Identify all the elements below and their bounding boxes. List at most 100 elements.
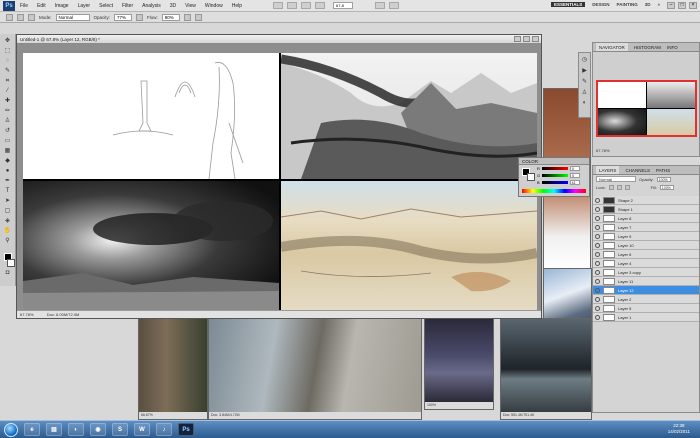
eyedropper-tool-icon[interactable]: ⁄ — [3, 87, 13, 95]
visibility-eye-icon[interactable] — [595, 278, 600, 284]
hand-icon[interactable] — [301, 2, 312, 9]
airbrush-icon[interactable] — [183, 13, 191, 21]
clone-stamp-tool-icon[interactable]: ♙ — [3, 117, 13, 125]
background-document-rocks[interactable]: Doc: 551.4K/751.4K — [500, 318, 592, 420]
lock-position-icon[interactable] — [624, 184, 630, 190]
menu-view[interactable]: View — [185, 3, 196, 9]
menu-help[interactable]: Help — [232, 3, 242, 9]
tab-layers[interactable]: LAYERS — [596, 166, 620, 174]
background-document-night[interactable]: 100% — [424, 318, 494, 410]
visibility-eye-icon[interactable] — [595, 260, 600, 266]
visibility-eye-icon[interactable] — [595, 197, 600, 203]
quick-mask-icon[interactable]: ◘ — [3, 269, 13, 277]
brush-panel-icon[interactable] — [28, 13, 35, 21]
opacity-field[interactable]: 77% — [114, 13, 133, 21]
workspace-design[interactable]: DESIGN — [592, 2, 609, 7]
doc-close-icon[interactable] — [532, 36, 539, 42]
workspace-more[interactable]: » — [657, 2, 660, 7]
lock-pixels-icon[interactable] — [616, 184, 622, 190]
lock-transparency-icon[interactable] — [608, 184, 614, 190]
visibility-eye-icon[interactable] — [595, 242, 600, 248]
zoom-tool-icon[interactable]: ⚲ — [3, 237, 13, 245]
background-document-pillar[interactable]: 66.67% — [138, 318, 208, 420]
taskbar-skype-icon[interactable]: S — [112, 423, 128, 436]
menu-layer[interactable]: Layer — [78, 3, 91, 9]
color-panel-title[interactable]: COLOR — [522, 158, 538, 164]
pen-tool-icon[interactable]: ✒ — [3, 177, 13, 185]
channel-r-value[interactable]: 0 — [569, 166, 580, 171]
layer-opacity-field[interactable]: 100% — [656, 176, 671, 182]
workspace-essentials[interactable]: ESSENTIALS — [551, 2, 586, 7]
taskbar-explorer-icon[interactable]: ▤ — [46, 423, 62, 436]
layer-row[interactable]: Layer 10 — [593, 241, 699, 250]
menu-analysis[interactable]: Analysis — [142, 3, 161, 9]
tab-channels[interactable]: CHANNELS — [625, 166, 650, 174]
channel-g-value[interactable]: 0 — [570, 173, 581, 178]
taskbar-media-icon[interactable]: ◐ — [68, 423, 84, 436]
flow-field[interactable]: 80% — [161, 13, 180, 21]
tab-info[interactable]: INFO — [667, 43, 678, 51]
visibility-eye-icon[interactable] — [595, 305, 600, 311]
tab-navigator[interactable]: NAVIGATOR — [596, 43, 628, 51]
minimize-icon[interactable]: – — [667, 2, 675, 9]
actions-panel-icon[interactable]: ▶ — [582, 67, 587, 74]
tab-paths[interactable]: PATHS — [656, 166, 670, 174]
visibility-eye-icon[interactable] — [595, 296, 600, 302]
taskbar-spotify-icon[interactable]: ♪ — [156, 423, 172, 436]
screen-mode-icon[interactable] — [389, 2, 400, 9]
layer-row[interactable]: Shape 1 — [593, 205, 699, 214]
visibility-eye-icon[interactable] — [595, 206, 600, 212]
layer-row[interactable]: Layer 5 — [593, 304, 699, 313]
menu-select[interactable]: Select — [99, 3, 113, 9]
workspace-painting[interactable]: PAINTING — [617, 2, 638, 7]
background-color-swatch[interactable] — [6, 259, 15, 267]
taskbar-chrome-icon[interactable]: ◉ — [90, 423, 106, 436]
taskbar-clock[interactable]: 22:38 14/02/2011 — [668, 423, 690, 435]
layer-row[interactable]: Layer 6 — [593, 250, 699, 259]
pressure-opacity-icon[interactable] — [136, 13, 144, 21]
pressure-size-icon[interactable] — [194, 13, 202, 21]
taskbar-ie-icon[interactable]: e — [24, 423, 40, 436]
menu-filter[interactable]: Filter — [122, 3, 133, 9]
visibility-eye-icon[interactable] — [595, 224, 600, 230]
layer-row[interactable]: Shape 2 — [593, 196, 699, 205]
blur-tool-icon[interactable]: ◆ — [3, 157, 13, 165]
color-bg-swatch[interactable] — [527, 173, 535, 181]
clone-source-panel-icon[interactable]: ♙ — [582, 89, 587, 96]
arrange-documents-icon[interactable] — [375, 2, 386, 9]
color-spectrum[interactable] — [522, 189, 586, 193]
history-panel-icon[interactable]: ◷ — [582, 56, 587, 63]
close-icon[interactable]: × — [689, 2, 697, 9]
navigator-view-box[interactable] — [596, 80, 697, 137]
layer-row[interactable]: Layer 3 copy — [593, 268, 699, 277]
navigator-zoom[interactable]: 67.78% — [596, 148, 610, 153]
dodge-tool-icon[interactable]: ● — [3, 167, 13, 175]
mode-select[interactable]: Normal — [55, 13, 90, 21]
layer-blend-mode[interactable]: Normal — [596, 176, 636, 182]
brush-panel-icon[interactable]: ✎ — [582, 78, 587, 85]
hand-tool-icon[interactable]: ✋ — [3, 227, 13, 235]
taskbar-photoshop-icon[interactable]: Ps — [178, 423, 194, 436]
path-select-tool-icon[interactable]: ➤ — [3, 197, 13, 205]
channel-g-slider[interactable] — [542, 174, 569, 177]
visibility-eye-icon[interactable] — [595, 233, 600, 239]
eraser-tool-icon[interactable]: ▭ — [3, 137, 13, 145]
healing-tool-icon[interactable]: ✚ — [3, 97, 13, 105]
brush-preset-icon[interactable] — [6, 13, 13, 21]
layer-row[interactable]: Layer 2 — [593, 295, 699, 304]
background-document-climber[interactable]: Doc: 3.84M/4.72M — [208, 318, 422, 420]
tab-histogram[interactable]: HISTOGRAM — [634, 43, 661, 51]
menu-window[interactable]: Window — [205, 3, 223, 9]
bridge-icon[interactable] — [273, 2, 284, 9]
channel-r-slider[interactable] — [541, 167, 568, 170]
history-brush-tool-icon[interactable]: ↺ — [3, 127, 13, 135]
layer-row[interactable]: Layer 8 — [593, 214, 699, 223]
visibility-eye-icon[interactable] — [595, 314, 600, 320]
doc-maximize-icon[interactable] — [523, 36, 530, 42]
layer-row[interactable]: Layer 11 — [593, 277, 699, 286]
workspace-3d[interactable]: 3D — [645, 2, 651, 7]
layer-fill-field[interactable]: 100% — [659, 184, 674, 190]
menu-file[interactable]: File — [20, 3, 28, 9]
layer-row[interactable]: Layer 7 — [593, 223, 699, 232]
document-canvas[interactable] — [23, 53, 537, 313]
